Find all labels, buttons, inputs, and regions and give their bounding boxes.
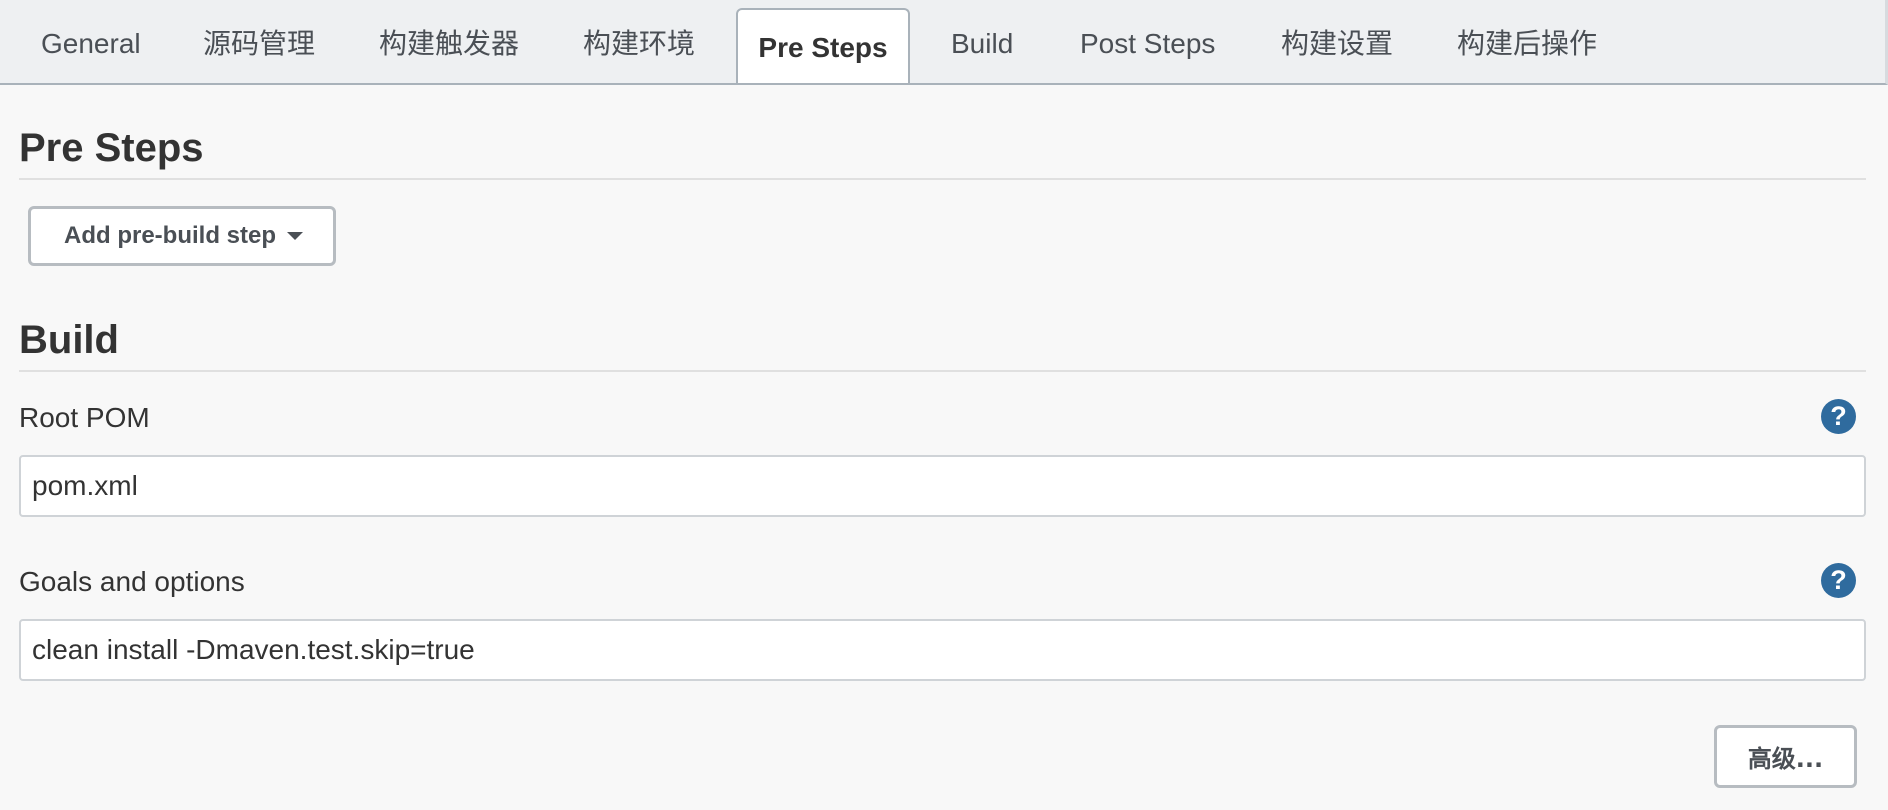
build-heading: Build (19, 318, 119, 362)
add-pre-build-step-label: Add pre-build step (64, 222, 276, 249)
tab-build-settings[interactable]: 构建设置 (1281, 0, 1393, 83)
tab-post-steps[interactable]: Post Steps (1080, 0, 1215, 83)
add-pre-build-step-button[interactable]: Add pre-build step (28, 206, 336, 266)
goals-and-options-label: Goals and options (19, 566, 245, 597)
root-pom-label: Root POM (19, 402, 150, 433)
build-divider (19, 370, 1866, 372)
goals-and-options-help-icon[interactable]: ? (1821, 563, 1856, 598)
tab-pre-steps[interactable]: Pre Steps (736, 8, 910, 83)
tab-post-build-actions[interactable]: 构建后操作 (1457, 0, 1597, 83)
tab-source-code-management[interactable]: 源码管理 (203, 0, 315, 83)
pre-steps-divider (19, 178, 1866, 180)
chevron-down-icon (287, 232, 303, 240)
advanced-button[interactable]: 高级... (1714, 725, 1857, 788)
tab-build-triggers[interactable]: 构建触发器 (379, 0, 519, 83)
root-pom-input[interactable] (19, 455, 1866, 517)
pre-steps-heading: Pre Steps (19, 126, 204, 170)
tab-build-environment[interactable]: 构建环境 (583, 0, 695, 83)
tab-build[interactable]: Build (951, 0, 1013, 83)
root-pom-help-icon[interactable]: ? (1821, 399, 1856, 434)
config-tab-bar: General 源码管理 构建触发器 构建环境 Pre Steps Build … (0, 0, 1888, 85)
tab-general[interactable]: General (41, 0, 141, 83)
goals-and-options-input[interactable] (19, 619, 1866, 681)
